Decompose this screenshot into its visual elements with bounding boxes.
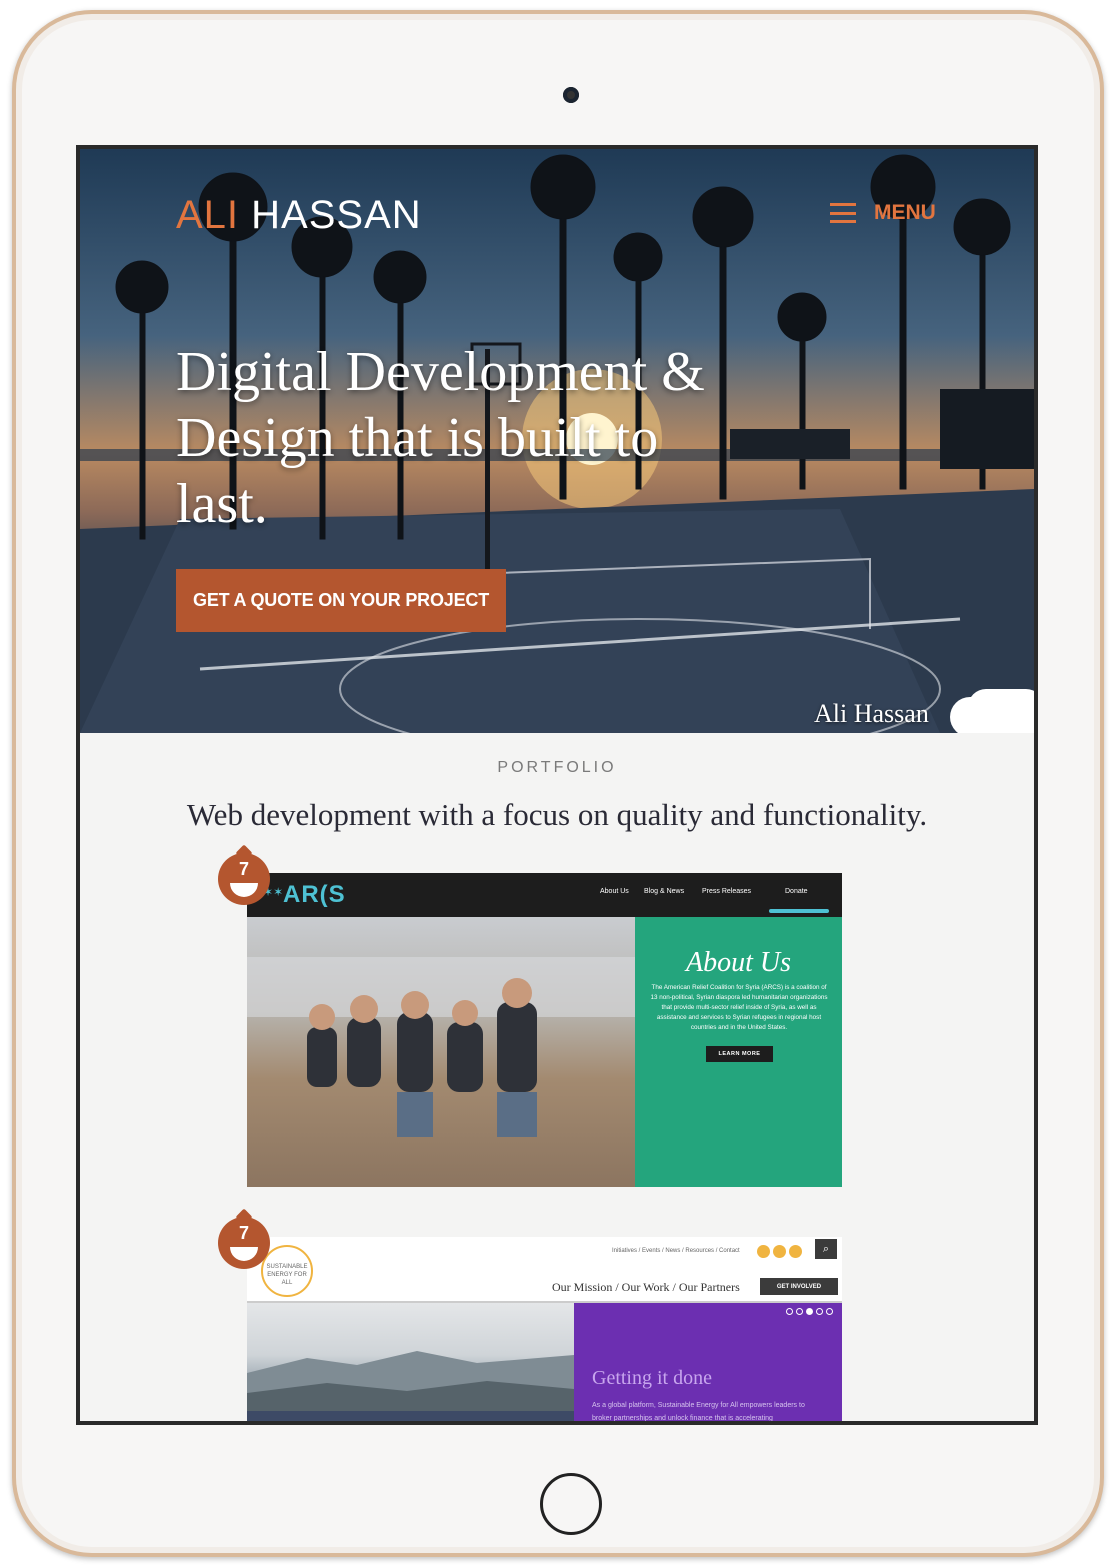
hamburger-icon [830, 203, 856, 223]
arcs-nav-press: Press Releases [702, 888, 752, 895]
portfolio-kicker: PORTFOLIO [497, 759, 617, 776]
drupal-version: 7 [238, 859, 249, 879]
arcs-logo: AR(S [283, 881, 346, 908]
portfolio-subheading: Web development with a focus on quality … [186, 797, 928, 832]
arcs-about-panel: About Us The American Relief Coalition f… [635, 917, 842, 1187]
arcs-learn-more-button: LEARN MORE [706, 1046, 773, 1062]
home-button[interactable] [540, 1473, 602, 1535]
menu-button[interactable]: MENU [830, 201, 936, 225]
seforall-top-links: Initiatives / Events / News / Resources … [612, 1248, 740, 1254]
signature-text: Ali Hassan [814, 699, 929, 728]
project-card-seforall[interactable]: SUSTAINABLE ENERGY FOR ALL Initiatives /… [247, 1237, 842, 1421]
drupal-version: 7 [238, 1223, 249, 1243]
seforall-header: SUSTAINABLE ENERGY FOR ALL Initiatives /… [247, 1237, 842, 1301]
arcs-nav-blog: Blog & News [644, 888, 685, 895]
facebook-icon [773, 1245, 786, 1258]
logo-first-name: ALI [176, 193, 240, 237]
seforall-logo: SUSTAINABLE ENERGY FOR ALL [261, 1245, 313, 1297]
twitter-icon [757, 1245, 770, 1258]
arcs-hero-photo [247, 917, 635, 1187]
project-card-arcs[interactable]: ✶✶✶ AR(S About Us Blog & News Press Rele… [247, 873, 842, 1187]
drupal-badge-icon: 7 [218, 1217, 270, 1269]
camera-icon [563, 87, 579, 103]
arcs-about-title: About Us [686, 947, 791, 978]
arcs-nav-donate: Donate [785, 888, 808, 895]
get-involved-button: GET INVOLVED [760, 1278, 838, 1295]
hero-headline: Digital Development & Design that is bui… [176, 341, 705, 535]
seforall-main-nav: Our Mission / Our Work / Our Partners [552, 1280, 740, 1294]
seforall-hero-photo [247, 1303, 574, 1421]
carousel-dots [786, 1308, 833, 1315]
logo-last-name: HASSAN [251, 193, 422, 237]
tablet-screen: ALI HASSAN MENU Digital Development & De… [76, 145, 1038, 1425]
arcs-about-text: The American Relief Coalition for Syria … [650, 984, 828, 1031]
seforall-panel-text: As a global platform, Sustainable Energy… [592, 1402, 805, 1421]
drupal-badge-icon: 7 [218, 853, 270, 905]
get-quote-button[interactable]: GET A QUOTE ON YOUR PROJECT [176, 569, 506, 632]
donate-underline [769, 909, 829, 913]
site-logo[interactable]: ALI HASSAN [176, 193, 422, 238]
seforall-panel: Getting it done As a global platform, Su… [574, 1303, 842, 1421]
arcs-navbar: ✶✶✶ AR(S About Us Blog & News Press Rele… [247, 873, 842, 917]
web-page: ALI HASSAN MENU Digital Development & De… [80, 149, 1034, 1421]
cloud-doodle [950, 697, 1030, 733]
arcs-nav-about: About Us [600, 888, 629, 895]
menu-label: MENU [874, 201, 936, 224]
search-icon: ⌕ [815, 1239, 837, 1259]
seforall-panel-title: Getting it done [592, 1367, 712, 1389]
hero-section: ALI HASSAN MENU Digital Development & De… [80, 149, 1034, 733]
linkedin-icon [789, 1245, 802, 1258]
